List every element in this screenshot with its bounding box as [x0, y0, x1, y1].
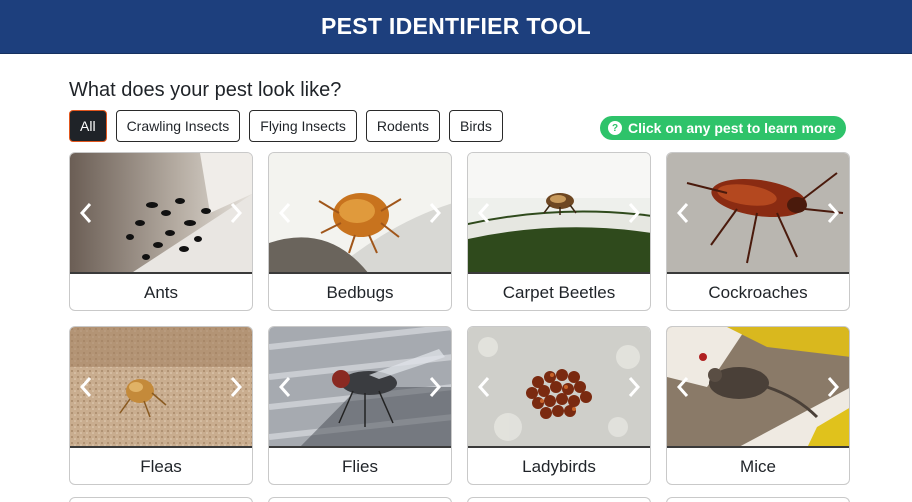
chevron-left-icon[interactable] [276, 375, 294, 399]
chevron-right-icon[interactable] [227, 201, 245, 225]
question-circle-icon: ? [608, 121, 622, 135]
pest-card-mice[interactable]: Mice [666, 326, 850, 485]
question-heading: What does your pest look like? [69, 79, 342, 101]
chevron-right-icon[interactable] [426, 375, 444, 399]
flies-photo [269, 327, 451, 448]
filter-all-button[interactable]: All [69, 110, 107, 142]
chevron-left-icon[interactable] [674, 375, 692, 399]
chevron-right-icon[interactable] [625, 375, 643, 399]
filter-flying-insects-button[interactable]: Flying Insects [249, 110, 357, 142]
pest-card-bedbugs[interactable]: Bedbugs [268, 152, 452, 311]
pest-card-label: Bedbugs [326, 283, 394, 302]
cockroaches-photo [667, 153, 849, 274]
page-header: PEST IDENTIFIER TOOL [0, 0, 912, 54]
chevron-left-icon[interactable] [674, 201, 692, 225]
learn-more-hint: ? Click on any pest to learn more [600, 116, 846, 140]
chevron-left-icon[interactable] [276, 201, 294, 225]
pest-card-label: Ants [143, 283, 179, 302]
page-title: PEST IDENTIFIER TOOL [320, 13, 592, 39]
filter-birds-button[interactable]: Birds [449, 110, 503, 142]
pest-card-ladybirds[interactable]: Ladybirds [467, 326, 651, 485]
pest-card-cockroaches[interactable]: Cockroaches [666, 152, 850, 311]
filter-bar: All Crawling Insects Flying Insects Rode… [69, 110, 503, 142]
filter-crawling-insects-button[interactable]: Crawling Insects [115, 110, 241, 142]
filter-rodents-button[interactable]: Rodents [365, 110, 441, 142]
mice-photo [667, 327, 849, 448]
chevron-left-icon[interactable] [475, 201, 493, 225]
pest-card-label: Carpet Beetles [502, 283, 616, 302]
ladybirds-photo [468, 327, 650, 448]
ants-photo [70, 153, 252, 274]
pest-card-partial[interactable] [467, 497, 651, 502]
chevron-right-icon[interactable] [227, 375, 245, 399]
chevron-left-icon[interactable] [475, 375, 493, 399]
pest-card-label: Mice [740, 457, 776, 476]
pest-card-label: Ladybirds [522, 457, 596, 476]
pest-card-partial[interactable] [268, 497, 452, 502]
chevron-right-icon[interactable] [625, 201, 643, 225]
pest-card-flies[interactable]: Flies [268, 326, 452, 485]
bedbugs-photo [269, 153, 451, 274]
pest-card-label: Fleas [140, 457, 182, 476]
chevron-right-icon[interactable] [824, 375, 842, 399]
pest-card-partial[interactable] [666, 497, 850, 502]
chevron-left-icon[interactable] [77, 201, 95, 225]
chevron-right-icon[interactable] [824, 201, 842, 225]
pest-card-carpet-beetles[interactable]: Carpet Beetles [467, 152, 651, 311]
chevron-right-icon[interactable] [426, 201, 444, 225]
fleas-photo [70, 327, 252, 448]
pest-card-partial[interactable] [69, 497, 253, 502]
pest-card-label: Cockroaches [708, 283, 808, 302]
pest-card-label: Flies [342, 457, 378, 476]
hint-text: Click on any pest to learn more [628, 120, 836, 136]
carpet-beetles-photo [468, 153, 650, 274]
pest-card-ants[interactable]: Ants [69, 152, 253, 311]
pest-card-fleas[interactable]: Fleas [69, 326, 253, 485]
chevron-left-icon[interactable] [77, 375, 95, 399]
